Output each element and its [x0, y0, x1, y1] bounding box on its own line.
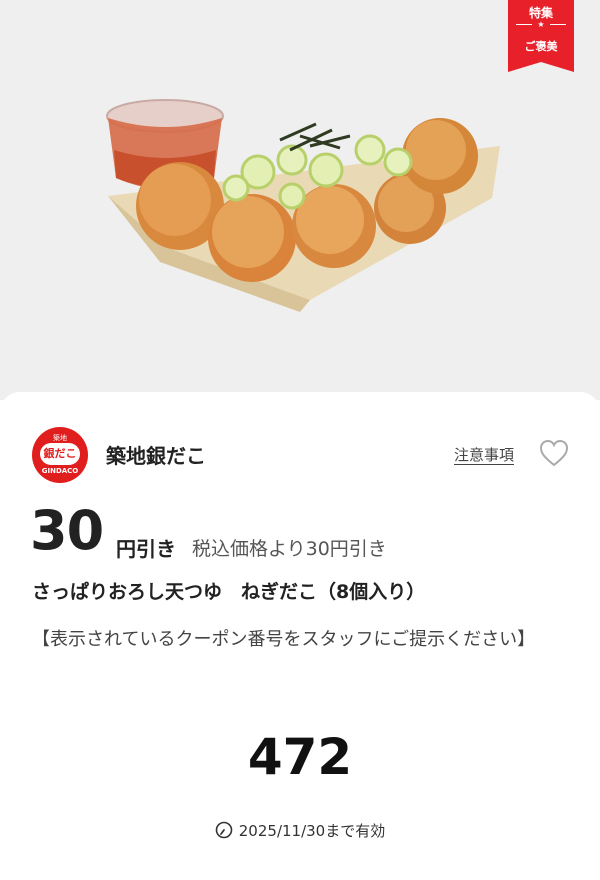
badge-line2: ご褒美	[524, 40, 558, 53]
instruction-text: 【表示されているクーポン番号をスタッフにご提示ください】	[32, 629, 536, 650]
heart-outline-icon[interactable]	[538, 438, 570, 468]
logo-top-text: 築地	[53, 434, 67, 442]
feature-badge: 特集 ★ ご褒美	[508, 0, 574, 72]
expiry-info: 2025/11/30まで有効	[0, 820, 600, 841]
store-logo: 築地 銀だこ GINDACO	[32, 427, 88, 483]
badge-line1: 特集	[528, 6, 553, 20]
discount-amount: 30	[30, 499, 104, 562]
store-name: 築地銀だこ	[106, 444, 206, 468]
discount-unit: 円引き	[116, 537, 176, 561]
clock-icon	[215, 821, 233, 839]
notes-link[interactable]: 注意事項	[454, 444, 514, 465]
badge-divider-right	[550, 24, 566, 25]
expiry-text: 2025/11/30まで有効	[238, 822, 386, 840]
logo-text: 銀だこ	[43, 447, 77, 460]
product-name: さっぱりおろし天つゆ ねぎだこ（8個入り）	[32, 581, 426, 603]
discount-note: 税込価格より30円引き	[192, 538, 387, 560]
coupon-code: 472	[247, 728, 353, 786]
logo-subtext: GINDACO	[41, 467, 79, 475]
